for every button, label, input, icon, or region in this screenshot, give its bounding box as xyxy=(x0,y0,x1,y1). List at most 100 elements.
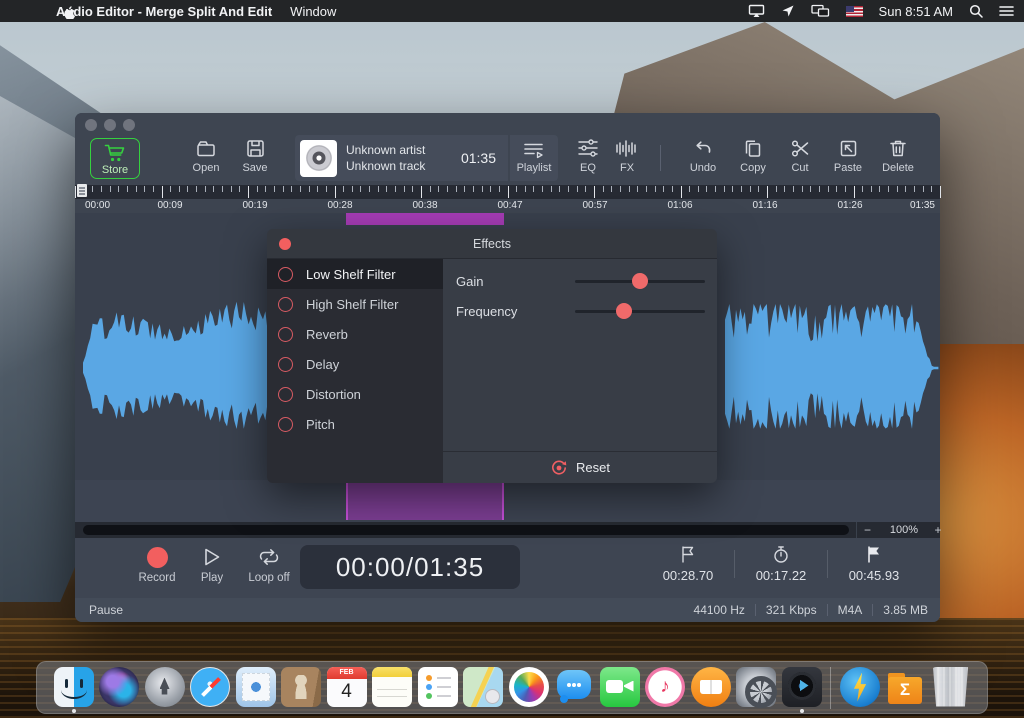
dock-item-finder[interactable] xyxy=(52,665,96,713)
copy-button[interactable]: Copy xyxy=(732,138,774,174)
open-button[interactable]: Open xyxy=(185,138,227,174)
us-flag-icon[interactable] xyxy=(845,5,863,17)
marker-separator xyxy=(827,549,828,578)
filter-pitch[interactable]: Pitch xyxy=(267,409,443,439)
displays-icon[interactable] xyxy=(810,4,830,18)
dock-item-contacts[interactable] xyxy=(279,665,323,711)
trash-icon xyxy=(932,666,969,707)
dock-item-photos[interactable] xyxy=(507,665,551,711)
record-button[interactable]: Record xyxy=(131,546,183,584)
dock-item-system-preferences[interactable] xyxy=(734,665,778,711)
store-button[interactable]: Store xyxy=(90,138,140,179)
facetime-icon xyxy=(599,666,640,707)
play-button[interactable]: Play xyxy=(192,546,232,584)
dock-item-siri[interactable] xyxy=(97,665,141,711)
zoom-window-button[interactable] xyxy=(123,119,135,131)
filter-reverb[interactable]: Reverb xyxy=(267,319,443,349)
apple-menu[interactable] xyxy=(62,4,76,19)
stopwatch-icon xyxy=(774,545,788,563)
bitrate: 321 Kbps xyxy=(765,603,817,617)
minimize-window-button[interactable] xyxy=(104,119,116,131)
ruler-label: 01:35 xyxy=(909,200,935,211)
minimap-selection[interactable] xyxy=(346,482,504,520)
save-button[interactable]: Save xyxy=(234,138,276,174)
zoom-out-button[interactable]: − xyxy=(856,522,878,538)
now-playing: Unknown artist Unknown track 01:35 Playl… xyxy=(295,135,558,181)
menubar-window-menu[interactable]: Window xyxy=(290,4,336,19)
dock-item-mail[interactable] xyxy=(234,665,278,711)
playlist-icon xyxy=(524,143,543,159)
dock-item-notes[interactable] xyxy=(370,665,414,711)
playlist-button[interactable]: Playlist xyxy=(510,135,558,181)
reset-button[interactable]: Reset xyxy=(443,451,717,483)
effects-filter-list: Low Shelf Filter High Shelf Filter Rever… xyxy=(267,259,443,483)
eq-button[interactable]: EQ xyxy=(570,138,606,174)
siri-icon xyxy=(99,666,139,707)
filter-low-shelf[interactable]: Low Shelf Filter xyxy=(267,259,443,289)
location-arrow-icon[interactable] xyxy=(781,4,795,18)
dock-item-trash[interactable] xyxy=(929,665,973,711)
menubar-clock[interactable]: Sun 8:51 AM xyxy=(879,4,953,19)
radio-icon[interactable] xyxy=(278,356,293,372)
selection-end-marker[interactable]: 00:45.93 xyxy=(841,544,907,583)
close-window-button[interactable] xyxy=(85,119,97,131)
menubar-app-name[interactable]: Audio Editor - Merge Split And Edit xyxy=(56,4,272,19)
dock-item-itunes[interactable]: ♪ xyxy=(643,665,687,711)
track-duration: 01:35 xyxy=(460,150,496,166)
playhead-marker-icon[interactable] xyxy=(77,184,87,197)
timeline-selection[interactable] xyxy=(346,213,504,225)
timeline-ruler-ticks[interactable] xyxy=(75,185,941,199)
radio-icon[interactable] xyxy=(278,326,293,342)
paste-button[interactable]: Paste xyxy=(826,138,870,174)
minimap-strip[interactable] xyxy=(75,480,940,522)
dock-item-sigma-folder[interactable]: Σ xyxy=(883,665,927,711)
paste-icon xyxy=(840,140,856,157)
undo-button[interactable]: Undo xyxy=(682,138,724,174)
status-separator xyxy=(872,604,874,616)
ruler-label: 00:09 xyxy=(157,200,183,211)
status-separator xyxy=(826,604,828,616)
dock-item-audio-editor[interactable] xyxy=(780,665,824,713)
dock-item-launchpad[interactable] xyxy=(143,665,187,711)
selection-duration-value: 00:17.22 xyxy=(755,568,807,583)
filter-high-shelf[interactable]: High Shelf Filter xyxy=(267,289,443,319)
dock-item-maps[interactable] xyxy=(461,665,505,711)
now-playing-info[interactable]: Unknown artist Unknown track 01:35 xyxy=(295,135,508,181)
horizontal-scrollbar[interactable] xyxy=(83,525,849,535)
notification-center-icon[interactable] xyxy=(999,5,1014,17)
timeline-ruler-labels[interactable]: 00:00 00:09 00:19 00:28 00:38 00:47 00:5… xyxy=(85,199,935,213)
dock-item-ibooks[interactable] xyxy=(689,665,733,711)
zoom-in-button[interactable]: + xyxy=(930,522,946,538)
radio-icon[interactable] xyxy=(278,296,293,312)
radio-icon[interactable] xyxy=(278,266,293,282)
fx-button[interactable]: FX xyxy=(609,138,645,174)
radio-icon[interactable] xyxy=(278,416,293,432)
radio-icon[interactable] xyxy=(278,386,293,402)
frequency-slider[interactable] xyxy=(575,303,705,319)
spotlight-search-icon[interactable] xyxy=(969,4,983,18)
filter-distortion[interactable]: Distortion xyxy=(267,379,443,409)
cut-button[interactable]: Cut xyxy=(781,138,819,174)
selection-duration-marker[interactable]: 00:17.22 xyxy=(748,544,814,583)
launchpad-icon xyxy=(144,666,185,707)
loop-button[interactable]: Loop off xyxy=(241,546,297,584)
play-icon xyxy=(205,548,220,566)
menu-bar: Audio Editor - Merge Split And Edit Wind… xyxy=(0,0,1024,22)
paste-label: Paste xyxy=(833,162,863,174)
airplay-display-icon[interactable] xyxy=(748,4,765,18)
dock-item-messages[interactable] xyxy=(552,665,596,711)
selection-start-marker[interactable]: 00:28.70 xyxy=(655,544,721,583)
dock-item-safari[interactable] xyxy=(188,665,232,711)
frequency-slider-knob[interactable] xyxy=(616,303,633,319)
filter-delay[interactable]: Delay xyxy=(267,349,443,379)
delete-button[interactable]: Delete xyxy=(876,138,920,174)
dock-item-reminders[interactable] xyxy=(416,665,460,711)
gain-slider-knob[interactable] xyxy=(632,273,648,289)
status-bar: Pause 44100 Hz 321 Kbps M4A 3.85 MB xyxy=(75,598,940,622)
gain-slider[interactable] xyxy=(575,273,705,289)
dock-item-app-downloader[interactable] xyxy=(838,665,882,711)
dock-item-facetime[interactable] xyxy=(598,665,642,711)
sigma-folder-icon: Σ xyxy=(885,667,925,707)
loop-label: Loop off xyxy=(248,572,290,584)
dock-item-calendar[interactable]: FEB 4 xyxy=(325,665,369,711)
